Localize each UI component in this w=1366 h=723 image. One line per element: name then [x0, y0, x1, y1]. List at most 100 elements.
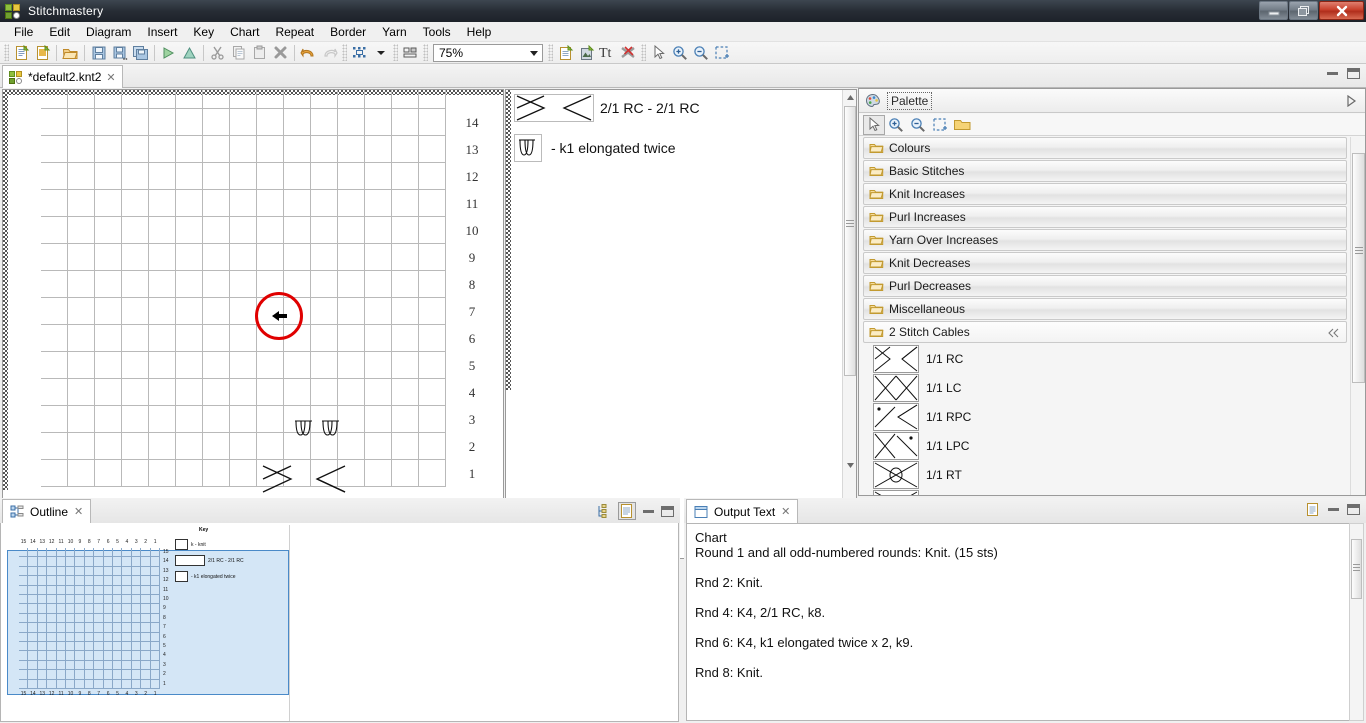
output-text-panel[interactable]: Output Text ✕ ChartRound 1 and all odd-n…: [684, 498, 1366, 723]
grid-cell[interactable]: [176, 163, 203, 190]
grid-cell[interactable]: [68, 298, 95, 325]
grid-cell[interactable]: [95, 89, 122, 109]
minimize-button[interactable]: [1259, 1, 1288, 20]
menu-diagram[interactable]: Diagram: [78, 23, 139, 41]
grid-cell[interactable]: [203, 244, 230, 271]
grid-cell[interactable]: [392, 460, 419, 487]
minimize-icon[interactable]: [1328, 508, 1339, 511]
close-button[interactable]: [1319, 1, 1364, 20]
save-all-icon[interactable]: [130, 43, 151, 63]
tree-view-icon[interactable]: [597, 504, 611, 518]
grid-cell[interactable]: [311, 325, 338, 352]
grid-cell[interactable]: [311, 89, 338, 109]
grid-cell[interactable]: [392, 406, 419, 433]
menu-edit[interactable]: Edit: [41, 23, 78, 41]
grid-cell[interactable]: [203, 136, 230, 163]
maximize-icon[interactable]: [1347, 68, 1360, 79]
grid-cell[interactable]: [41, 271, 68, 298]
palette-item-1-1-lt[interactable]: 1/1 LT: [859, 489, 1351, 495]
grid-cell[interactable]: [230, 89, 257, 109]
grid-cell[interactable]: [230, 379, 257, 406]
grid-cell[interactable]: [419, 325, 446, 352]
scrollbar-thumb[interactable]: [844, 106, 856, 376]
grid-cell[interactable]: [365, 460, 392, 487]
grid-cell[interactable]: [365, 298, 392, 325]
grid-cell[interactable]: [149, 244, 176, 271]
grid-cell[interactable]: [419, 352, 446, 379]
grid-cell[interactable]: [419, 271, 446, 298]
open-folder-icon[interactable]: [60, 43, 81, 63]
grid-cell[interactable]: [95, 163, 122, 190]
grid-cell[interactable]: [41, 217, 68, 244]
grid-cell[interactable]: [338, 298, 365, 325]
menu-key[interactable]: Key: [185, 23, 222, 41]
key-entry-elongated[interactable]: - k1 elongated twice: [514, 134, 676, 162]
scroll-up-icon[interactable]: [843, 90, 857, 104]
grid-cell[interactable]: [338, 136, 365, 163]
grid-cell[interactable]: [203, 325, 230, 352]
grid-cell[interactable]: [176, 136, 203, 163]
stitch-symbol-k1-elongated-twice[interactable]: [293, 418, 315, 438]
grid-cell[interactable]: [122, 163, 149, 190]
grid-cell[interactable]: [68, 460, 95, 487]
grid-cell[interactable]: [203, 352, 230, 379]
toolbar-grip[interactable]: [393, 44, 398, 61]
grid-cell[interactable]: [41, 379, 68, 406]
grid-cell[interactable]: [365, 325, 392, 352]
grid-cell[interactable]: [176, 244, 203, 271]
grid-cell[interactable]: [230, 271, 257, 298]
grid-cell[interactable]: [41, 89, 68, 109]
grid-cell[interactable]: [41, 325, 68, 352]
toolbar-grip[interactable]: [342, 44, 347, 61]
grid-cell[interactable]: [338, 163, 365, 190]
grid-cell[interactable]: [311, 217, 338, 244]
grid-cell[interactable]: [392, 244, 419, 271]
grid-cell[interactable]: [230, 325, 257, 352]
marquee-select-icon[interactable]: [929, 115, 951, 135]
grid-cell[interactable]: [176, 298, 203, 325]
palette-category-purl-increases[interactable]: Purl Increases: [863, 206, 1347, 228]
grid-cell[interactable]: [257, 217, 284, 244]
grid-cell[interactable]: [365, 406, 392, 433]
outline-thumbnail[interactable]: Key 151514141313121211111010998877665544…: [3, 525, 288, 700]
expand-arrow-icon[interactable]: [1346, 95, 1357, 107]
grid-cell[interactable]: [311, 379, 338, 406]
menu-help[interactable]: Help: [459, 23, 500, 41]
grid-cell[interactable]: [149, 379, 176, 406]
grid-cell[interactable]: [419, 217, 446, 244]
grid-cell[interactable]: [284, 244, 311, 271]
grid-cell[interactable]: [257, 136, 284, 163]
select-pattern-icon[interactable]: [349, 43, 370, 63]
grid-cell[interactable]: [95, 379, 122, 406]
grid-cell[interactable]: [68, 89, 95, 109]
grid-cell[interactable]: [284, 352, 311, 379]
stitch-grid[interactable]: [41, 95, 446, 490]
grid-cell[interactable]: [95, 460, 122, 487]
grid-cell[interactable]: [392, 298, 419, 325]
grid-cell[interactable]: [419, 136, 446, 163]
outline-panel[interactable]: Outline ✕: [0, 498, 680, 723]
grid-cell[interactable]: [257, 379, 284, 406]
grid-cell[interactable]: [122, 298, 149, 325]
grid-cell[interactable]: [176, 271, 203, 298]
palette-category-basic-stitches[interactable]: Basic Stitches: [863, 160, 1347, 182]
grid-cell[interactable]: [176, 406, 203, 433]
grid-cell[interactable]: [41, 433, 68, 460]
grid-cell[interactable]: [419, 406, 446, 433]
grid-cell[interactable]: [365, 89, 392, 109]
palette-vertical-scrollbar[interactable]: [1350, 137, 1365, 495]
editor-tab-default2[interactable]: *default2.knt2 ✕: [2, 65, 123, 88]
stitch-symbol-cable-2-1-rc[interactable]: [262, 465, 346, 493]
grid-cell[interactable]: [338, 190, 365, 217]
export-document-icon[interactable]: [555, 43, 576, 63]
grid-cell[interactable]: [284, 379, 311, 406]
grid-cell[interactable]: [122, 271, 149, 298]
text-tool-icon[interactable]: Tt: [597, 43, 618, 63]
grid-cell[interactable]: [311, 298, 338, 325]
pointer-icon[interactable]: [648, 43, 669, 63]
grid-cell[interactable]: [68, 190, 95, 217]
grid-cell[interactable]: [149, 136, 176, 163]
grid-cell[interactable]: [392, 217, 419, 244]
grid-cell[interactable]: [230, 136, 257, 163]
grid-cell[interactable]: [176, 352, 203, 379]
